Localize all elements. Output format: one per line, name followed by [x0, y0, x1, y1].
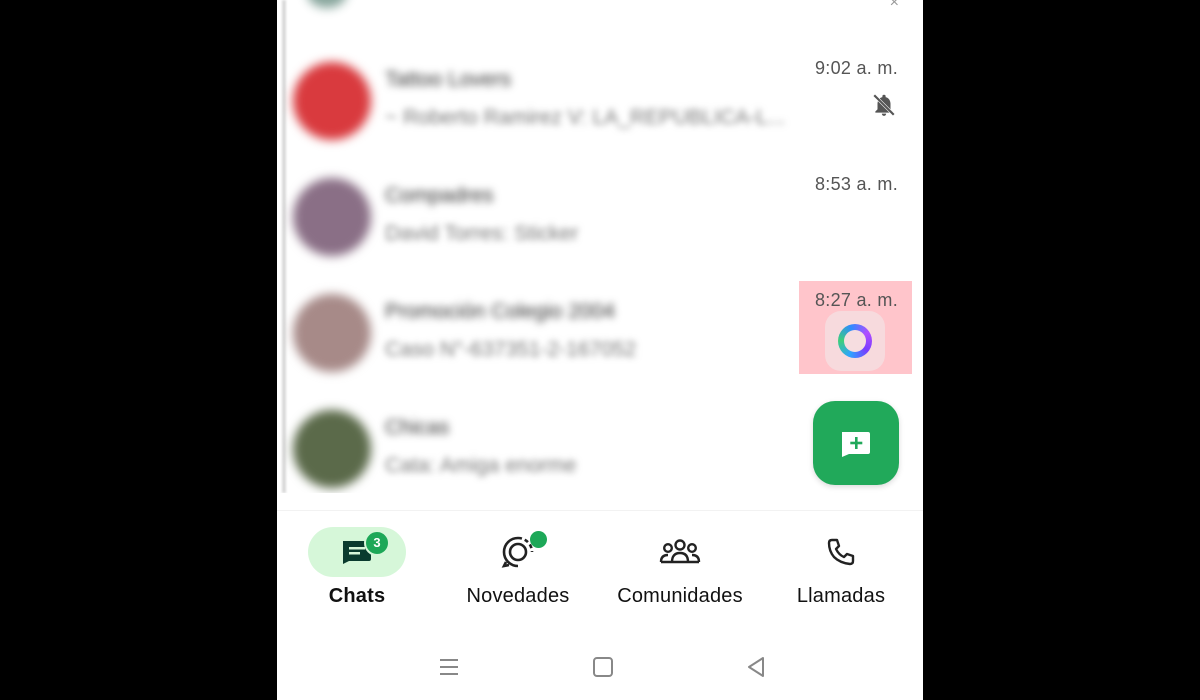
tab-communities[interactable]: Comunidades: [600, 527, 760, 627]
bottom-navigation: 3 Chats Novedades Comunidades Llamadas: [277, 510, 923, 631]
phone-screen: × Tattoo Lovers ~ Roberto Ramirez V: LA_…: [277, 0, 923, 700]
tab-calls[interactable]: Llamadas: [761, 527, 921, 627]
tab-communities-label: Comunidades: [617, 585, 743, 607]
chat-name: Tattoo Lovers: [385, 68, 512, 91]
new-update-dot: [530, 531, 547, 548]
chat-preview: Cata: Amiga enorme: [385, 454, 577, 477]
tab-calls-pill[interactable]: [792, 527, 890, 577]
tab-communities-pill[interactable]: [631, 527, 729, 577]
communities-icon: [659, 539, 701, 564]
avatar[interactable]: [293, 294, 371, 372]
tab-updates[interactable]: Novedades: [438, 527, 598, 627]
avatar[interactable]: [293, 62, 371, 140]
tab-updates-label: Novedades: [466, 585, 570, 607]
tab-updates-pill[interactable]: [469, 527, 567, 577]
chat-row[interactable]: Tattoo Lovers ~ Roberto Ramirez V: LA_RE…: [277, 50, 923, 166]
chat-time: 9:02 a. m.: [814, 58, 898, 78]
avatar[interactable]: [293, 410, 371, 488]
chat-row[interactable]: Compadres David Torres: Sticker 8:53 a. …: [277, 166, 923, 282]
chat-preview: ~ Roberto Ramirez V: LA_REPUBLICA-L...: [385, 106, 786, 129]
meta-ai-icon: [838, 324, 872, 358]
chat-time: 8:53 a. m.: [814, 174, 898, 194]
chat-name: Chicas: [385, 416, 450, 439]
chat-preview: Caso N°-637351-2-167052: [385, 338, 637, 361]
tab-calls-label: Llamadas: [796, 585, 886, 607]
unread-badge: 3: [364, 530, 390, 556]
partial-avatar: [307, 0, 347, 8]
recent-apps-icon[interactable]: [436, 654, 462, 680]
new-chat-icon: [842, 432, 870, 457]
muted-bell-icon: [873, 94, 895, 116]
back-icon[interactable]: [743, 654, 769, 680]
chat-preview: David Torres: Sticker: [385, 222, 579, 245]
tab-chats-label: Chats: [328, 585, 386, 607]
phone-icon: [827, 538, 855, 566]
home-icon[interactable]: [590, 654, 616, 680]
meta-ai-button[interactable]: [825, 311, 885, 371]
chat-name: Promoción Colegio 2004: [385, 300, 615, 323]
chat-name: Compadres: [385, 184, 494, 207]
close-icon[interactable]: ×: [890, 0, 899, 12]
tab-chats-pill[interactable]: 3: [308, 527, 406, 577]
system-navigation-bar: [277, 632, 923, 700]
chat-time: 8:27 a. m.: [814, 290, 898, 310]
chat-list: × Tattoo Lovers ~ Roberto Ramirez V: LA_…: [277, 0, 923, 493]
tab-chats[interactable]: 3 Chats: [277, 527, 437, 627]
avatar[interactable]: [293, 178, 371, 256]
new-chat-button[interactable]: [813, 401, 899, 485]
